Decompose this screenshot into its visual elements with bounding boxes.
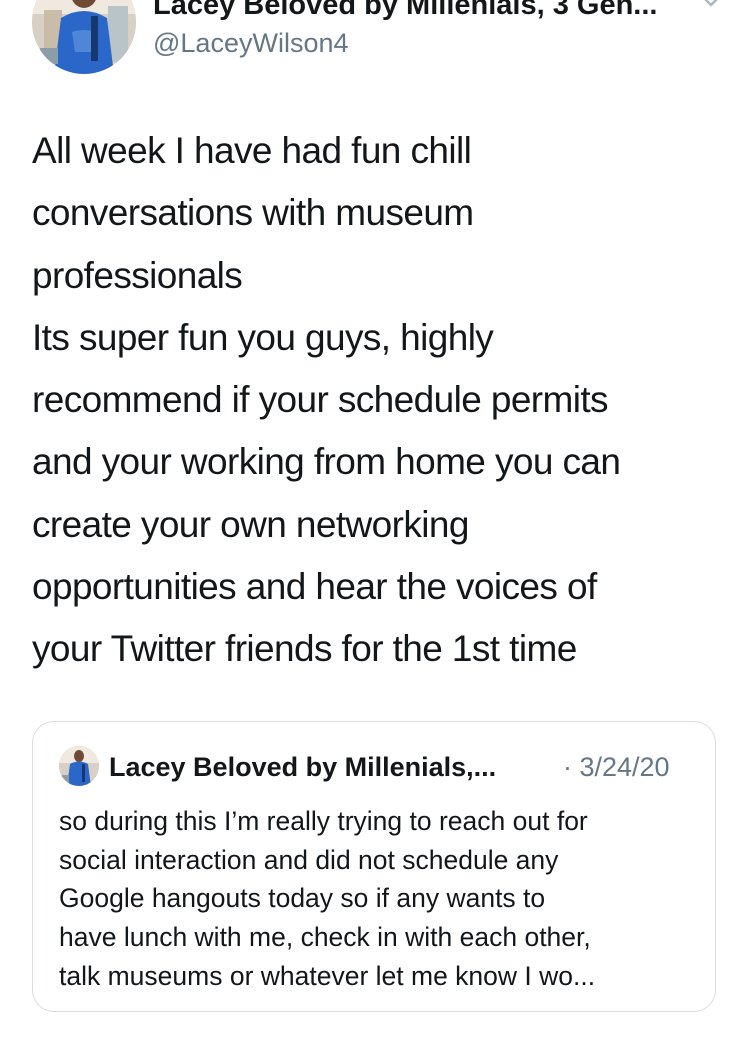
quoted-author-display-name[interactable]: Lacey Beloved by Millenials,... [109,750,496,784]
tweet-text: All week I have had fun chill conversati… [32,120,722,681]
profile-photo-icon[interactable] [32,0,136,74]
tweet-text-line: Its super fun you guys, highly [32,316,494,358]
tweet-author[interactable]: Lacey Beloved by Millenials, 3 Gen... @L… [32,0,732,80]
tweet-text-line: your Twitter friends for the 1st time [32,628,577,670]
profile-photo-icon [59,746,99,786]
author-handle[interactable]: @LaceyWilson4 [153,26,693,60]
quoted-tweet-text-line: talk museums or whatever let me know I w… [59,960,596,991]
tweet-text-line: create your own networking [32,503,469,545]
quoted-tweet-text-line: have lunch with me, check in with each o… [59,922,591,953]
chevron-down-icon[interactable] [694,0,728,12]
quoted-tweet-text-line: Google hangouts today so if any wants to [59,883,546,914]
tweet-text-line: All week I have had fun chill [32,130,472,171]
tweet-text-line: professionals [32,254,243,296]
quoted-tweet-text-line: so during this I’m really trying to reac… [59,806,588,836]
quoted-tweet-date[interactable]: · 3/24/20 [563,750,670,784]
quoted-tweet-text: so during this I’m really trying to reac… [59,802,699,996]
author-names: Lacey Beloved by Millenials, 3 Gen... @L… [153,0,693,60]
author-display-name[interactable]: Lacey Beloved by Millenials, 3 Gen... [153,0,693,22]
tweet[interactable]: Lacey Beloved by Millenials, 3 Gen... @L… [0,0,750,1048]
quoted-tweet-text-line: social interaction and did not schedule … [59,844,559,875]
tweet-text-line: and your working from home you can [32,441,621,483]
quoted-tweet-header: Lacey Beloved by Millenials,... · 3/24/2… [59,746,699,788]
tweet-text-line: conversations with museum [32,192,474,234]
tweet-text-line: opportunities and hear the voices of [32,566,597,608]
tweet-text-line: recommend if your schedule permits [32,379,609,421]
quoted-tweet-card[interactable]: Lacey Beloved by Millenials,... · 3/24/2… [32,721,716,1012]
